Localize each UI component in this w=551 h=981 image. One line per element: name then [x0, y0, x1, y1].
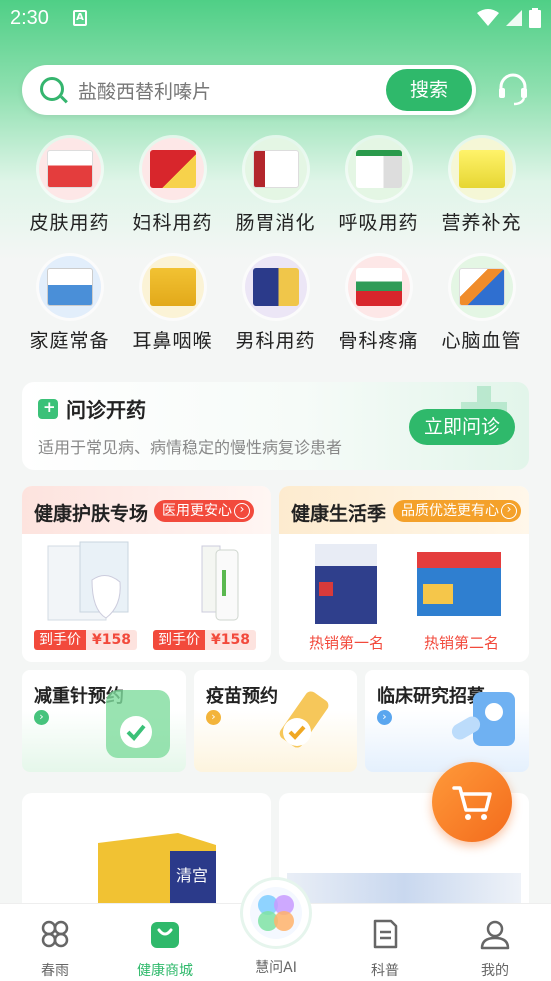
- chevron-right-icon: ›: [206, 710, 221, 725]
- wifi-icon: [477, 9, 499, 26]
- category-label: 男科用药: [235, 330, 316, 352]
- tab-label: 春雨: [41, 963, 69, 979]
- tab-label: 健康商城: [137, 963, 193, 979]
- category-label: 妇科用药: [132, 212, 213, 234]
- skin-medicine-icon: [38, 138, 101, 200]
- category-label: 皮肤用药: [29, 212, 110, 234]
- category-ent[interactable]: 耳鼻咽喉: [121, 256, 224, 353]
- consult-now-button[interactable]: 立即问诊: [409, 409, 515, 445]
- tab-health-mall[interactable]: 健康商城: [125, 918, 205, 980]
- battery-icon: [529, 8, 541, 28]
- promo-tag[interactable]: 品质优选更有心: [393, 500, 521, 522]
- digestion-medicine-icon: [244, 138, 307, 200]
- prescription-icon: [38, 398, 58, 419]
- price-label: 到手价: [34, 630, 86, 650]
- category-gynecology[interactable]: 妇科用药: [121, 138, 224, 235]
- signal-icon: [506, 10, 522, 26]
- search-button[interactable]: 搜索: [386, 69, 472, 111]
- promo-skincare-card[interactable]: 健康护肤专场 医用更安心 到手价¥158 到手价¥158: [22, 486, 271, 662]
- category-household[interactable]: 家庭常备: [18, 256, 121, 353]
- weight-scale-illustration: [106, 690, 170, 758]
- chunyu-petal-icon: [41, 920, 69, 948]
- promo-header: 健康生活季 品质优选更有心: [279, 486, 529, 534]
- status-time: 2:30: [10, 7, 49, 29]
- nutrition-supplement-icon: [450, 138, 513, 200]
- chevron-right-icon: ›: [377, 710, 392, 725]
- calcium-box-product-image: [417, 552, 501, 616]
- category-label: 家庭常备: [29, 330, 110, 352]
- product-card-1[interactable]: 清宫: [22, 793, 271, 913]
- probiotic-box-product-image: [315, 544, 377, 624]
- category-skin[interactable]: 皮肤用药: [18, 138, 121, 235]
- category-label: 心脑血管: [441, 330, 522, 352]
- consult-banner[interactable]: 问诊开药 适用于常见病、病情稳定的慢性病复诊患者 立即问诊: [22, 382, 529, 470]
- cart-icon: [452, 786, 492, 820]
- tab-me[interactable]: 我的: [455, 918, 535, 980]
- orthopedics-medicine-icon: [347, 256, 410, 318]
- facial-mask-product-image: [47, 541, 129, 621]
- household-medicine-icon: [38, 256, 101, 318]
- syringe-illustration: [279, 691, 329, 748]
- user-icon: [480, 920, 510, 950]
- gynecology-medicine-icon: [141, 138, 204, 200]
- price-label: 到手价: [153, 630, 205, 650]
- medicine-box-product-image: 清宫: [98, 833, 216, 913]
- tab-science[interactable]: 科普: [345, 918, 425, 980]
- tab-chunyu[interactable]: 春雨: [15, 918, 95, 980]
- service-vaccine[interactable]: 疫苗预约 ›: [194, 670, 357, 772]
- hot-rank-2: 热销第二名: [424, 634, 500, 652]
- respiratory-medicine-icon: [347, 138, 410, 200]
- tab-ai-assistant[interactable]: [243, 880, 309, 946]
- promo-title: 健康生活季: [291, 503, 387, 525]
- promo-healthy-life-card[interactable]: 健康生活季 品质优选更有心 热销第一名 热销第二名: [279, 486, 529, 662]
- promo-title: 健康护肤专场: [34, 503, 149, 525]
- tab-label: 慧问AI: [255, 960, 297, 976]
- id-card-illustration: [451, 692, 515, 746]
- category-label: 呼吸用药: [338, 212, 419, 234]
- search-bar[interactable]: 盐酸西替利嗪片 搜索: [22, 65, 476, 115]
- skincare-price-2: 到手价 ¥158: [153, 630, 256, 650]
- mens-health-medicine-icon: [244, 256, 307, 318]
- category-digestion[interactable]: 肠胃消化: [224, 138, 327, 235]
- system-icons: [477, 8, 541, 28]
- notification-a-icon: A: [73, 10, 87, 26]
- category-orthopedics[interactable]: 骨科疼痛: [327, 256, 430, 353]
- price-value: ¥158: [86, 630, 137, 650]
- promo-tag[interactable]: 医用更安心: [154, 500, 254, 522]
- service-weight-loss[interactable]: 减重针预约 ›: [22, 670, 186, 772]
- category-label: 营养补充: [441, 212, 522, 234]
- ent-medicine-icon: [141, 256, 204, 318]
- ai-flower-icon: [250, 887, 302, 939]
- cardio-medicine-icon: [450, 256, 513, 318]
- document-icon: [373, 919, 398, 949]
- consult-subtitle: 适用于常见病、病情稳定的慢性病复诊患者: [38, 438, 343, 457]
- category-cardio[interactable]: 心脑血管: [430, 256, 533, 353]
- category-respiratory[interactable]: 呼吸用药: [327, 138, 430, 235]
- tab-label: 我的: [481, 963, 509, 979]
- hot-rank-1: 热销第一名: [309, 634, 385, 652]
- tab-label: 科普: [371, 963, 399, 979]
- category-nutrition[interactable]: 营养补充: [430, 138, 533, 235]
- customer-service-icon[interactable]: [496, 72, 530, 106]
- promo-header: 健康护肤专场 医用更安心: [22, 486, 271, 534]
- category-mens-health[interactable]: 男科用药: [224, 256, 327, 353]
- category-label: 骨科疼痛: [338, 330, 419, 352]
- search-icon: [40, 77, 64, 101]
- ointment-tube-product-image: [201, 545, 239, 621]
- category-label: 肠胃消化: [235, 212, 316, 234]
- category-label: 耳鼻咽喉: [132, 330, 213, 352]
- shopping-cart-button[interactable]: [432, 762, 512, 842]
- chevron-right-icon: ›: [34, 710, 49, 725]
- consult-title: 问诊开药: [66, 398, 146, 422]
- search-placeholder[interactable]: 盐酸西替利嗪片: [78, 77, 211, 104]
- svg-text:清宫: 清宫: [176, 866, 208, 885]
- price-value: ¥158: [205, 630, 256, 650]
- shopping-bag-icon: [151, 922, 179, 948]
- skincare-price-1: 到手价 ¥158: [34, 630, 137, 650]
- status-bar: 2:30 A: [0, 0, 551, 38]
- service-clinical-trial[interactable]: 临床研究招募 ›: [365, 670, 529, 772]
